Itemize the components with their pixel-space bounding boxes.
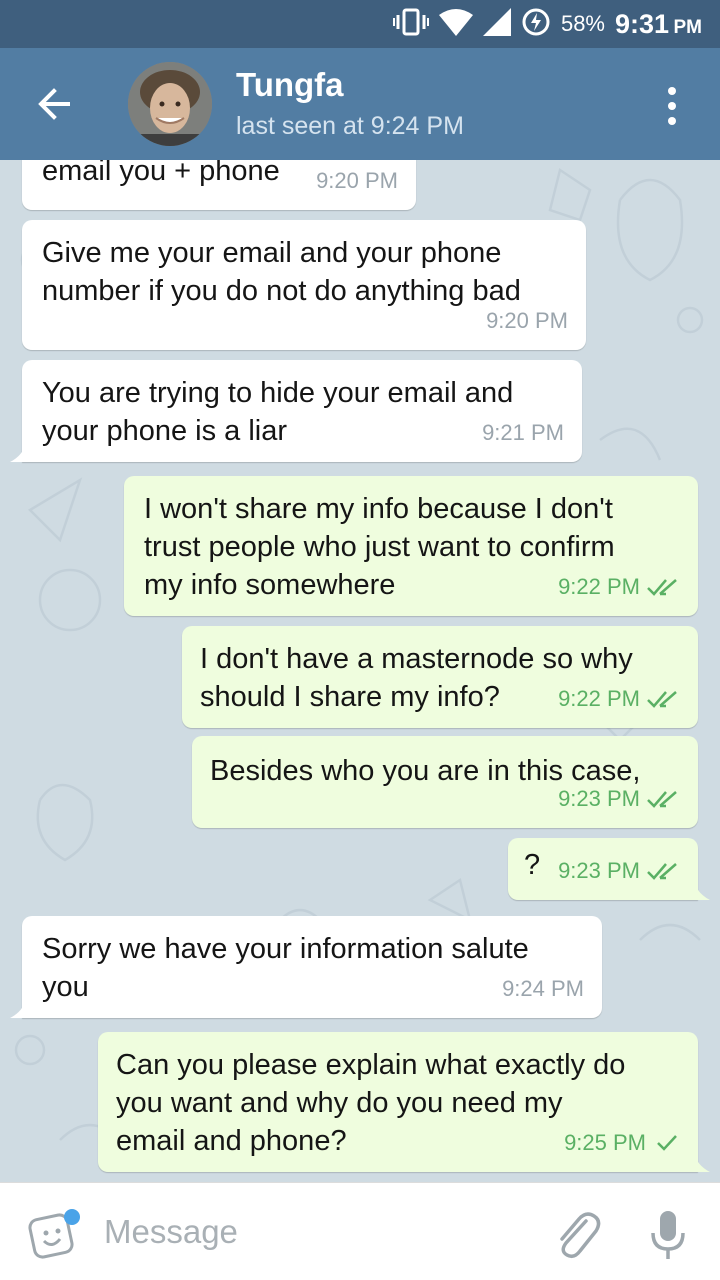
message-input[interactable]: [104, 1209, 524, 1255]
message-meta: 9:20 PM: [316, 162, 398, 200]
message-meta: 9:23 PM: [558, 780, 680, 818]
message-meta: 9:22 PM: [558, 680, 680, 718]
message-bubble-incoming[interactable]: email you + phone 9:20 PM: [22, 160, 416, 210]
message-meta: 9:23 PM: [558, 852, 680, 890]
message-text: ?: [524, 849, 541, 881]
arrow-left-icon: [38, 88, 70, 120]
message-time: 9:22 PM: [558, 686, 640, 711]
wifi-icon: [438, 8, 473, 41]
double-check-icon: [647, 791, 677, 808]
more-vertical-icon: [668, 87, 676, 125]
message-bubble-incoming[interactable]: Give me your email and your phone number…: [22, 220, 586, 350]
microphone-icon: [651, 1211, 685, 1259]
message-time: 9:20 PM: [486, 308, 568, 333]
sticker-icon: [28, 1209, 80, 1259]
message-bubble-incoming[interactable]: Sorry we have your information salute yo…: [10, 916, 602, 1018]
message-meta: 9:21 PM: [482, 414, 564, 452]
message-time: 9:25 PM: [564, 1130, 646, 1155]
message-time: 9:20 PM: [316, 168, 398, 193]
message-meta: 9:20 PM: [486, 302, 568, 340]
message-time: 9:24 PM: [502, 976, 584, 1001]
paperclip-icon: [560, 1212, 601, 1259]
avatar[interactable]: [128, 62, 212, 146]
double-check-icon: [647, 863, 677, 880]
bubble-tail: [694, 1154, 710, 1172]
chat-header: Tungfa last seen at 9:24 PM: [0, 48, 720, 160]
message-time: 9:23 PM: [558, 858, 640, 883]
message-text: You are trying to hide your email and yo…: [42, 377, 514, 447]
contact-name[interactable]: Tungfa: [236, 66, 344, 104]
message-text: Sorry we have your information salute yo…: [42, 933, 529, 1003]
message-bubble-incoming[interactable]: You are trying to hide your email and yo…: [10, 360, 582, 462]
sticker-button[interactable]: [28, 1207, 82, 1261]
clock: 9:31 PM: [615, 8, 702, 39]
message-time: 9:23 PM: [558, 786, 640, 811]
battery-percent: 58%: [560, 11, 605, 36]
message-bubble-outgoing[interactable]: I won't share my info because I don't tr…: [124, 476, 698, 616]
message-bubble-outgoing[interactable]: ? 9:23 PM: [508, 838, 710, 900]
attach-button[interactable]: [552, 1207, 602, 1261]
message-time: 9:21 PM: [482, 420, 564, 445]
check-icon: [657, 1135, 677, 1151]
message-meta: 9:22 PM: [558, 568, 680, 606]
bubble-tail: [10, 444, 26, 462]
message-text: Can you please explain what exactly do y…: [116, 1049, 626, 1157]
more-menu-button[interactable]: [656, 84, 688, 128]
message-text: I won't share my info because I don't tr…: [144, 493, 615, 601]
message-meta: 9:25 PM: [564, 1124, 680, 1162]
double-check-icon: [647, 691, 677, 708]
message-meta: 9:24 PM: [502, 970, 584, 1008]
message-composer: [0, 1182, 720, 1280]
message-bubble-outgoing[interactable]: Can you please explain what exactly do y…: [98, 1032, 710, 1172]
last-seen-status: last seen at 9:24 PM: [236, 112, 464, 140]
battery-charging-icon: [521, 7, 551, 42]
bubble-tail: [10, 1000, 26, 1018]
message-bubble-outgoing[interactable]: I don't have a masternode so why should …: [182, 626, 698, 728]
vibrate-icon: [392, 7, 429, 42]
message-text: email you + phone: [42, 160, 280, 187]
message-time: 9:22 PM: [558, 574, 640, 599]
bubble-tail: [694, 882, 710, 900]
message-list[interactable]: email you + phone 9:20 PM Give me your e…: [0, 160, 720, 1182]
signal-icon: [482, 7, 511, 41]
message-text: Give me your email and your phone number…: [42, 237, 521, 307]
status-bar: 58% 9:31 PM: [0, 0, 720, 48]
back-button[interactable]: [28, 78, 80, 130]
message-bubble-outgoing[interactable]: Besides who you are in this case, 9:23 P…: [192, 736, 698, 828]
voice-record-button[interactable]: [648, 1207, 688, 1263]
double-check-icon: [647, 579, 677, 596]
